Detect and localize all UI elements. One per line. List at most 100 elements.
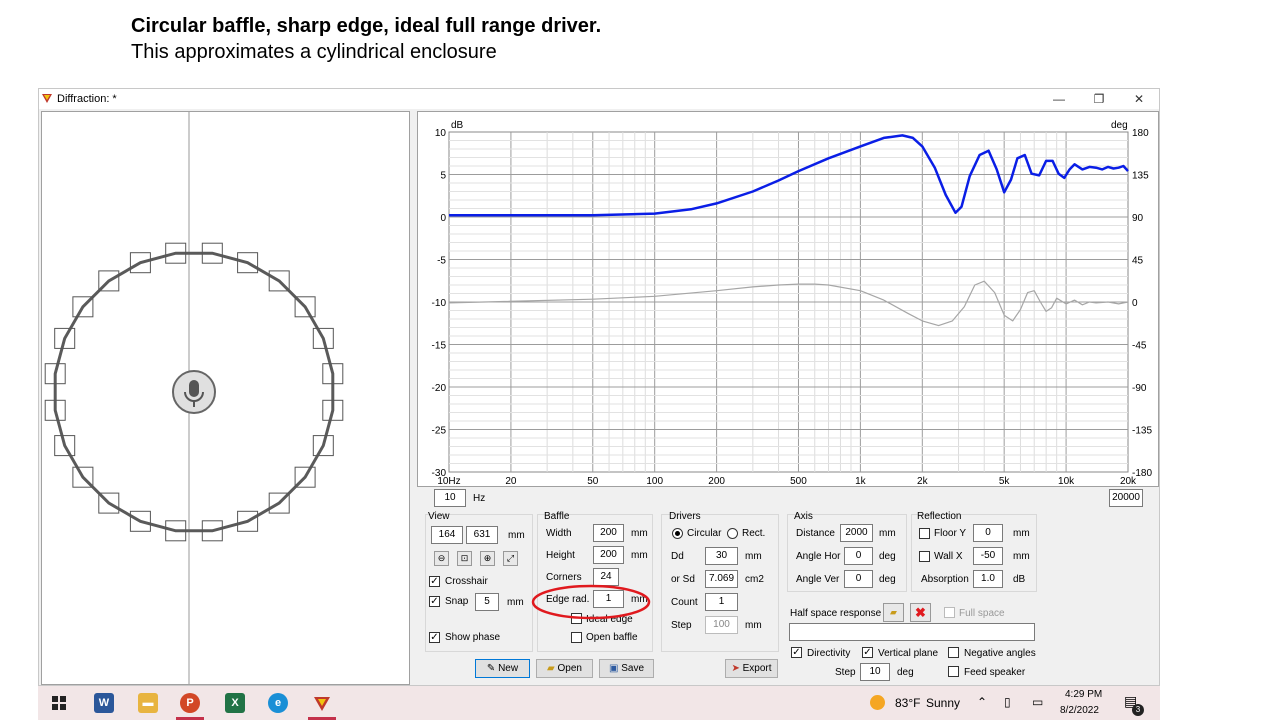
- response-chart[interactable]: 10Hz 20 50 100 200 500 1k 2k 5k 10k 20k1050-5-10-1…: [418, 112, 1158, 487]
- weather-text[interactable]: Sunny: [926, 696, 960, 710]
- feed-speaker-label: Feed speaker: [964, 667, 1026, 678]
- wall-input[interactable]: -50: [973, 547, 1003, 565]
- open-button[interactable]: ▰ Open: [536, 659, 593, 678]
- response-graph[interactable]: 10Hz 20 50 100 200 500 1k 2k 5k 10k 20k 10 5 0 -5 -10 -1…: [417, 111, 1159, 487]
- minimize-button[interactable]: —: [1039, 90, 1079, 108]
- view-x-input[interactable]: 164: [431, 526, 463, 544]
- open-baffle-label: Open baffle: [586, 632, 638, 643]
- feed-speaker-checkbox[interactable]: [948, 666, 959, 677]
- dir-step-label: Step: [835, 667, 856, 678]
- new-button[interactable]: ✎ New: [475, 659, 530, 678]
- count-input[interactable]: 1: [705, 593, 738, 611]
- freq-max-input[interactable]: 20000: [1109, 489, 1143, 507]
- snap-checkbox[interactable]: ✓: [429, 596, 440, 607]
- chevron-up-icon[interactable]: ⌃: [977, 695, 987, 709]
- x-tick-label: 5k: [999, 476, 1011, 486]
- zoom-out-icon[interactable]: ⊖: [434, 551, 449, 566]
- notification-count-badge: 3: [1132, 704, 1144, 716]
- drivers-group-label: Drivers: [669, 511, 701, 522]
- dir-step-input[interactable]: 10: [860, 663, 890, 681]
- edge-radius-highlight: [531, 584, 651, 620]
- vertical-plane-checkbox[interactable]: ✓: [862, 647, 873, 658]
- half-space-file-input[interactable]: [789, 623, 1035, 641]
- circular-radio[interactable]: [672, 528, 683, 539]
- chart-grid: [448, 131, 1129, 473]
- rect-radio[interactable]: [727, 528, 738, 539]
- absorption-input[interactable]: 1.0: [973, 570, 1003, 588]
- view-unit: mm: [508, 530, 525, 541]
- show-phase-label: Show phase: [445, 632, 501, 643]
- rect-label: Rect.: [742, 528, 766, 539]
- save-button[interactable]: ▣ Save: [599, 659, 654, 678]
- fullscreen-icon[interactable]: ⤢: [503, 551, 518, 566]
- x-tick-label: 500: [790, 476, 807, 486]
- baffle-height-label: Height: [546, 550, 575, 561]
- show-phase-checkbox[interactable]: ✓: [429, 632, 440, 643]
- windows-start-icon[interactable]: [52, 696, 66, 710]
- device-icon[interactable]: ▯: [1004, 695, 1011, 709]
- angle-ver-input[interactable]: 0: [844, 570, 873, 588]
- wall-checkbox[interactable]: [919, 551, 930, 562]
- angle-hor-label: Angle Hor: [796, 551, 841, 562]
- clock-date[interactable]: 8/2/2022: [1060, 705, 1099, 716]
- distance-label: Distance: [796, 528, 835, 539]
- floppy-icon: ▣: [608, 663, 622, 674]
- export-button[interactable]: ➤ Export: [725, 659, 778, 678]
- y-left-tick-label: 10: [435, 128, 447, 139]
- y-right-tick-label: 180: [1132, 128, 1149, 139]
- view-y-input[interactable]: 631: [466, 526, 498, 544]
- angle-hor-input[interactable]: 0: [844, 547, 873, 565]
- count-label: Count: [671, 597, 698, 608]
- delete-icon[interactable]: ✖: [910, 603, 931, 622]
- open-baffle-checkbox[interactable]: [571, 632, 582, 643]
- y-left-tick-label: -25: [432, 426, 447, 437]
- close-button[interactable]: ✕: [1119, 90, 1159, 108]
- distance-input[interactable]: 2000: [840, 524, 873, 542]
- driver-step-input[interactable]: 100: [705, 616, 738, 634]
- baffle-canvas[interactable]: [41, 111, 410, 685]
- open-button-label: Open: [557, 663, 582, 674]
- directivity-checkbox[interactable]: ✓: [791, 647, 802, 658]
- baffle-height-input[interactable]: 200: [593, 546, 624, 564]
- zoom-in-icon[interactable]: ⊕: [480, 551, 495, 566]
- microphone-icon[interactable]: [172, 370, 216, 414]
- floor-input[interactable]: 0: [973, 524, 1003, 542]
- app-logo-icon: [42, 94, 52, 103]
- axis-group-label: Axis: [794, 511, 813, 522]
- sd-input[interactable]: 7.069: [705, 570, 738, 588]
- full-space-checkbox[interactable]: [944, 607, 955, 618]
- y-left-tick-label: 0: [440, 213, 446, 224]
- export-icon: ➤: [731, 663, 743, 674]
- floor-checkbox[interactable]: [919, 528, 930, 539]
- snap-input[interactable]: 5: [475, 593, 499, 611]
- absorption-label: Absorption: [921, 574, 969, 585]
- baffle-group-label: Baffle: [544, 511, 570, 522]
- restore-button[interactable]: ❐: [1079, 90, 1119, 108]
- freq-min-input[interactable]: 10: [434, 489, 466, 507]
- clock-time[interactable]: 4:29 PM: [1065, 689, 1102, 700]
- excel-icon[interactable]: X: [225, 693, 245, 713]
- powerpoint-icon[interactable]: P: [180, 693, 200, 713]
- weather-sun-icon[interactable]: [870, 695, 885, 710]
- slide-subtitle: This approximates a cylindrical enclosur…: [131, 41, 497, 63]
- crosshair-checkbox[interactable]: ✓: [429, 576, 440, 587]
- zoom-fit-icon[interactable]: ⊡: [457, 551, 472, 566]
- floor-label: Floor Y: [934, 528, 967, 539]
- diffraction-app-icon[interactable]: [312, 693, 332, 713]
- word-icon[interactable]: W: [94, 693, 114, 713]
- baffle-width-input[interactable]: 200: [593, 524, 624, 542]
- dd-input[interactable]: 30: [705, 547, 738, 565]
- open-folder-icon[interactable]: ▰: [883, 603, 904, 622]
- y-right-axis-label: deg: [1111, 120, 1128, 131]
- negative-angles-checkbox[interactable]: [948, 647, 959, 658]
- new-button-label: New: [498, 663, 519, 674]
- file-explorer-icon[interactable]: ▬: [138, 693, 158, 713]
- network-icon[interactable]: ▭: [1032, 695, 1043, 709]
- angle-ver-label: Angle Ver: [796, 574, 840, 585]
- x-tick-label: 20: [505, 476, 517, 486]
- y-left-tick-label: -5: [437, 256, 446, 267]
- sd-label: or Sd: [671, 574, 695, 585]
- edge-browser-icon[interactable]: e: [268, 693, 288, 713]
- weather-temp[interactable]: 83°F: [895, 696, 920, 710]
- baffle-drawing[interactable]: [42, 112, 409, 684]
